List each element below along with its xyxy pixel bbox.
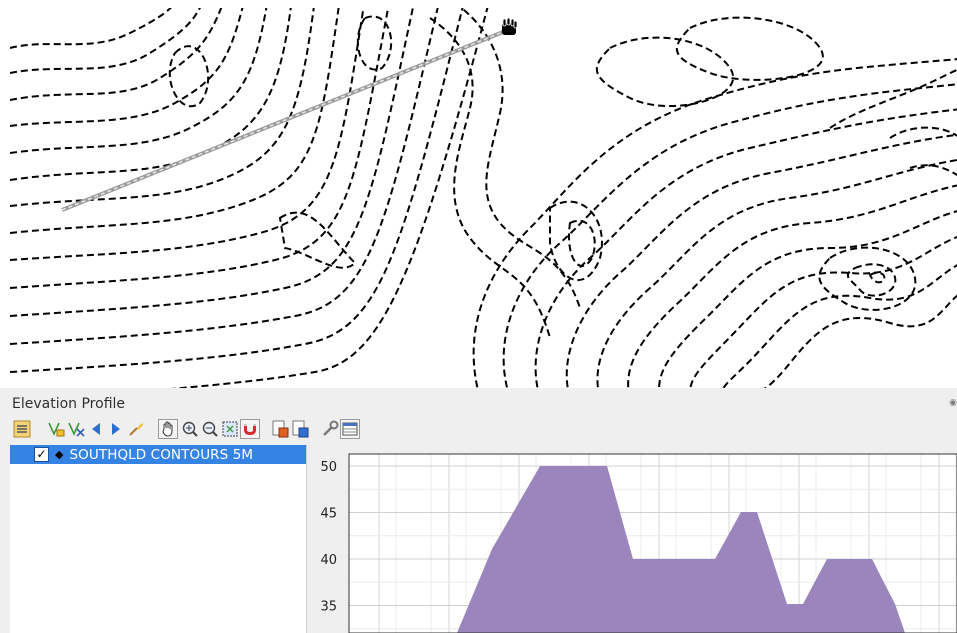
pan-icon[interactable] [158,419,178,439]
contour-map[interactable] [10,8,957,388]
layer-tree: ✓ ◆ SOUTHQLD CONTOURS 5M [10,445,307,633]
clear-icon[interactable] [126,419,146,439]
export-data-icon[interactable] [290,419,310,439]
zoom-full-icon[interactable] [220,419,240,439]
remove-layer-icon[interactable] [66,419,86,439]
y-tick-label: 50 [320,460,337,475]
zoom-out-icon[interactable] [200,419,220,439]
layer-manager-icon[interactable] [12,419,32,439]
previous-icon[interactable] [86,419,106,439]
elevation-profile-panel: Elevation Profile ◉ ✓ ◆ SOUTHQLD CONTOUR… [0,388,957,633]
profile-chart: 50 45 40 35 [320,453,957,633]
panel-float-icon[interactable]: ◉ [949,398,957,408]
point-symbol-icon: ◆ [55,448,64,461]
add-layer-icon[interactable] [46,419,66,439]
layer-label: SOUTHQLD CONTOURS 5M [69,446,254,463]
hand-grab-icon [502,17,518,35]
y-tick-label: 45 [320,507,337,522]
map-canvas[interactable] [10,8,957,388]
profile-toolbar [12,419,492,441]
layer-checkbox[interactable]: ✓ [34,447,49,462]
profile-line [61,28,509,212]
y-tick-label: 35 [320,600,337,615]
snap-icon[interactable] [240,419,260,439]
export-image-icon[interactable] [270,419,290,439]
y-tick-label: 40 [320,553,337,568]
zoom-in-icon[interactable] [180,419,200,439]
panel-title: Elevation Profile [12,396,126,412]
profile-plot[interactable]: 50 45 40 35 [307,445,957,633]
contour-lines [10,8,957,388]
settings-icon[interactable] [320,419,340,439]
table-icon[interactable] [340,419,360,439]
next-icon[interactable] [106,419,126,439]
layer-row[interactable]: ✓ ◆ SOUTHQLD CONTOURS 5M [10,445,306,464]
